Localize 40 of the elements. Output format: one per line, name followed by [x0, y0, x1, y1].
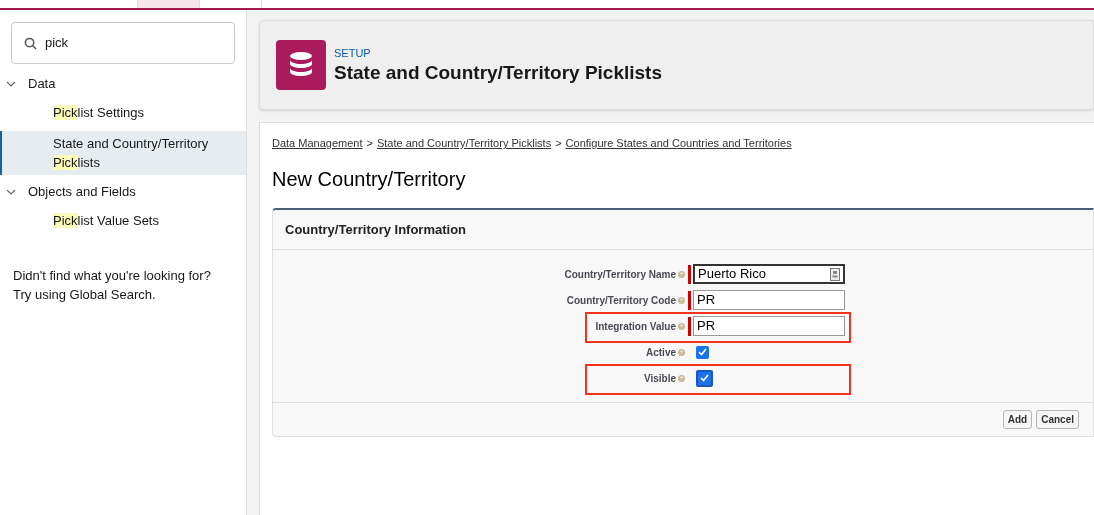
database-icon — [276, 40, 326, 90]
field-label: Visible — [273, 370, 688, 386]
page-header-title: State and Country/Territory Picklists — [334, 61, 662, 86]
text-field[interactable]: Puerto Rico — [693, 264, 845, 284]
hint-text: Try using Global Search. — [13, 286, 157, 304]
hint-text: Didn't find what you're looking for? — [13, 267, 212, 285]
checkbox[interactable] — [696, 345, 709, 359]
checkbox[interactable] — [696, 369, 713, 387]
text-field[interactable]: PR — [693, 316, 845, 336]
section-title: Country/Territory Information — [273, 209, 1093, 250]
breadcrumb-link[interactable]: Data Management — [272, 135, 363, 152]
sidebar-item[interactable]: Picklist Value Sets — [0, 208, 246, 233]
search-value: pick — [45, 34, 69, 53]
breadcrumb-separator: > — [555, 136, 562, 151]
help-icon — [678, 270, 685, 278]
sidebar-item[interactable]: State and Country/Territory Picklists — [0, 131, 246, 175]
tree-group[interactable]: Data — [0, 70, 246, 97]
page-title: New Country/Territory — [272, 166, 467, 192]
field-label: Country/Territory Code — [273, 292, 688, 308]
form-button[interactable]: Cancel — [1036, 410, 1079, 429]
lookup-icon[interactable] — [830, 267, 840, 281]
help-icon — [678, 296, 685, 304]
sidebar-item[interactable]: Picklist Settings — [0, 100, 246, 125]
breadcrumb-link[interactable]: Configure States and Countries and Territories — [565, 135, 792, 152]
tree-group[interactable]: Objects and Fields — [0, 178, 246, 205]
breadcrumb-separator: > — [366, 136, 373, 151]
help-icon — [678, 374, 685, 382]
check-icon — [698, 348, 707, 356]
field-label: Integration Value — [273, 318, 688, 334]
check-icon — [700, 374, 709, 382]
setup-label: SETUP — [334, 45, 372, 61]
help-icon — [678, 322, 685, 330]
field-label: Country/Territory Name — [273, 266, 688, 282]
field-label: Active — [273, 344, 688, 360]
help-icon — [678, 348, 685, 356]
form-button[interactable]: Add — [1002, 410, 1033, 429]
breadcrumb-link[interactable]: State and Country/Territory Picklists — [376, 135, 552, 152]
search-field[interactable]: pick — [11, 22, 235, 64]
text-field[interactable]: PR — [693, 290, 845, 310]
search-icon — [24, 36, 37, 50]
